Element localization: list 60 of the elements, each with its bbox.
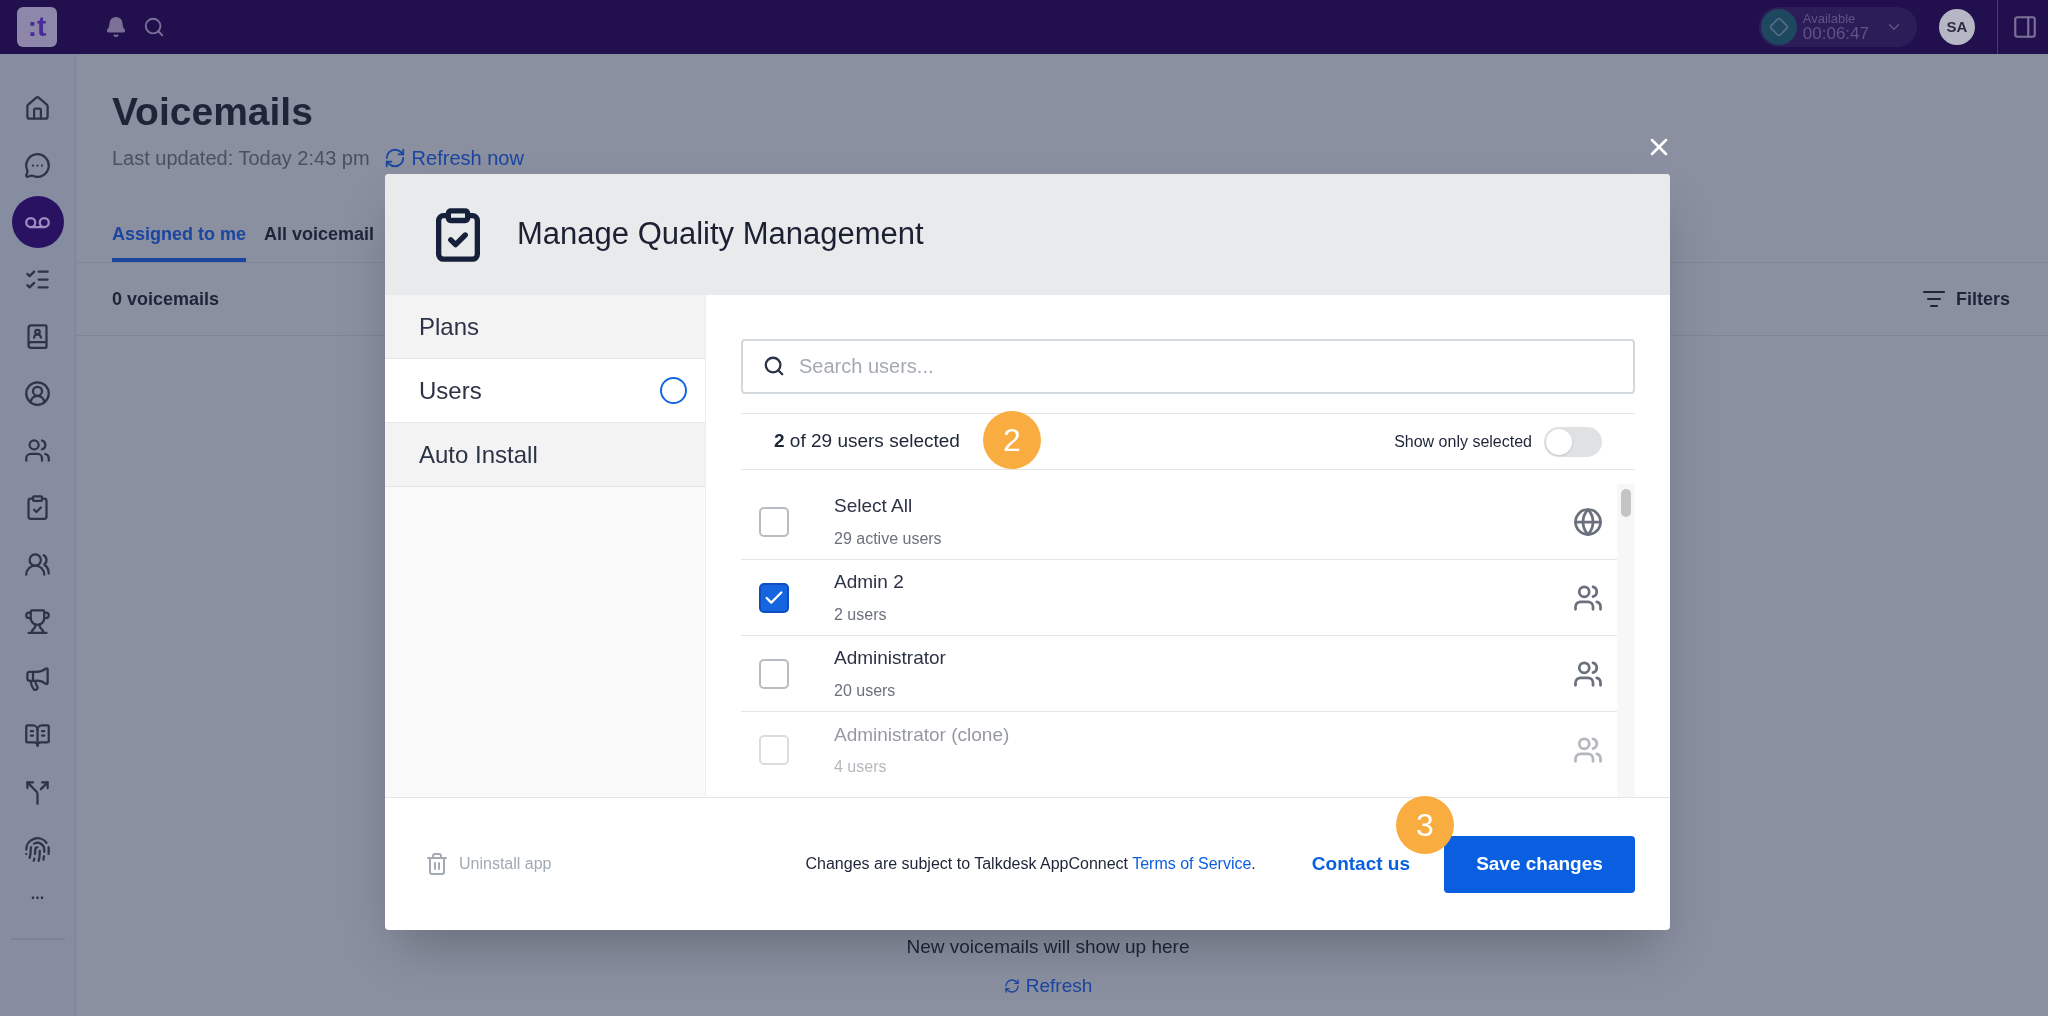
tab[interactable]: All voicemail — [264, 221, 375, 262]
refresh-now-link[interactable]: Refresh now — [383, 143, 524, 173]
user-group-detail: 2 users — [834, 604, 888, 625]
checkbox[interactable] — [759, 506, 789, 537]
modal-title: Manage Quality Management — [517, 215, 924, 254]
more-label[interactable]: ... — [30, 882, 45, 906]
refresh-link[interactable]: Refresh — [1003, 971, 1093, 1000]
group-icon — [24, 550, 51, 578]
app-logo[interactable]: :t — [17, 7, 57, 47]
trophy-icon — [24, 607, 51, 635]
user-group-name: Administrator — [834, 646, 946, 671]
user-group-detail: 4 users — [834, 757, 888, 778]
user-group-name: Administrator (clone) — [834, 722, 1010, 747]
save-button[interactable]: Save changes — [1444, 835, 1635, 893]
voicemail-nav-button[interactable] — [11, 196, 64, 248]
last-updated-text: Last updated: Today 2:43 pm — [112, 146, 370, 171]
trash-icon — [425, 851, 449, 877]
checkbox[interactable] — [759, 582, 789, 613]
people-icon — [1573, 735, 1603, 765]
globe-icon — [1573, 506, 1603, 537]
status-label: Available — [1802, 12, 1857, 25]
search-field[interactable]: Search users... — [741, 339, 1635, 394]
refresh-icon — [383, 147, 406, 169]
search-icon[interactable] — [143, 16, 165, 38]
show-only-selected-toggle[interactable] — [1544, 426, 1602, 457]
bell-icon[interactable] — [105, 16, 127, 38]
clipboard-check-icon — [24, 493, 51, 521]
empty-message: New voicemails will show up here — [906, 935, 1190, 959]
status-timer: 00:06:47 — [1802, 25, 1869, 42]
contact-book-icon — [24, 322, 51, 350]
voicemail-count: 0 voicemails — [112, 287, 220, 311]
show-only-selected-label: Show only selected — [1394, 431, 1532, 452]
people-icon — [24, 436, 51, 464]
page-title: Voicemails — [112, 92, 314, 131]
menu-item[interactable]: Auto Install — [385, 423, 705, 487]
diamond-icon — [1768, 17, 1789, 37]
user-group-detail: 20 users — [834, 680, 897, 701]
people-icon — [1573, 582, 1603, 613]
search-icon — [763, 355, 785, 377]
menu-item[interactable]: Users — [385, 359, 705, 423]
home-icon — [24, 94, 51, 122]
menu-item[interactable]: Plans — [385, 295, 705, 359]
tab[interactable]: Assigned to me — [112, 221, 247, 262]
people-icon — [1573, 658, 1603, 689]
refresh-icon — [1003, 977, 1020, 994]
filters-button[interactable]: Filters — [1921, 285, 2010, 313]
megaphone-icon — [24, 664, 51, 692]
terms-link[interactable]: Terms of Service — [1132, 855, 1252, 872]
split-arrows-icon — [24, 778, 51, 806]
user-group-name: Select All — [834, 494, 914, 519]
user-circle-icon — [24, 379, 51, 407]
avatar[interactable]: SA — [1939, 9, 1975, 45]
terms-notice: Changes are subject to Talkdesk AppConnect Terms of Service. — [805, 854, 1256, 874]
book-icon — [24, 721, 51, 749]
checkbox[interactable] — [759, 658, 789, 689]
user-group-name: Admin 2 — [834, 570, 904, 595]
fingerprint-icon — [24, 835, 51, 863]
selection-count: 2 of 29 users selected — [774, 429, 960, 454]
user-group-detail: 29 active users — [834, 528, 942, 549]
panel-icon[interactable] — [2012, 14, 2038, 40]
